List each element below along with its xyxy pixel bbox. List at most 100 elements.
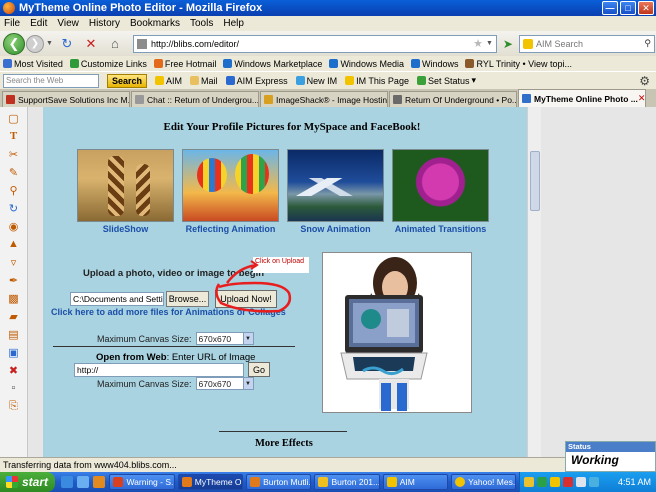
show-desktop-icon[interactable] [77, 476, 90, 488]
print-icon[interactable]: ⎘ [7, 399, 21, 413]
menu-help[interactable]: Help [223, 18, 244, 29]
taskbar-burton-mutli[interactable]: Burton Mutli... [246, 474, 312, 490]
aim-button[interactable]: AIM [155, 76, 182, 86]
url-dropdown-icon[interactable]: ▼ [486, 40, 493, 47]
text-tool-icon[interactable]: T [7, 129, 21, 143]
tab-chat-underground[interactable]: Chat :: Return of Undergrou...✕ [131, 91, 259, 107]
taskbar-mytheme[interactable]: MyTheme O... [177, 474, 244, 490]
page-scrollbar[interactable] [527, 107, 541, 457]
address-bar[interactable]: http://blibs.com/editor/ ★ ▼ [132, 34, 497, 53]
giraffes-thumbnail[interactable] [77, 149, 174, 222]
bookmark-ryl-trinity[interactable]: RYL Trinity • View topi... [465, 59, 572, 69]
rotate-icon[interactable]: ↻ [7, 201, 21, 215]
minimize-button[interactable]: — [602, 1, 618, 15]
mail-button[interactable]: Mail [190, 76, 218, 86]
eraser-icon[interactable]: ▰ [7, 309, 21, 323]
browse-button[interactable]: Browse... [166, 291, 209, 307]
taskbar-aim[interactable]: AIM [382, 474, 449, 490]
close-window-button[interactable]: ✕ [638, 1, 654, 15]
layers-icon[interactable]: ▩ [7, 291, 21, 305]
tab-supportsave[interactable]: SupportSave Solutions Inc M...✕ [2, 91, 130, 107]
effect-caption[interactable]: Reflecting Animation [182, 224, 279, 234]
im-this-page-button[interactable]: IM This Page [345, 76, 409, 86]
menu-view[interactable]: View [57, 18, 79, 29]
maximize-button[interactable]: □ [620, 1, 636, 15]
taskbar-yahoo-messenger[interactable]: Yahoo! Mes... [451, 474, 517, 490]
folder-icon[interactable]: ▤ [7, 327, 21, 341]
bookmark-customize-links[interactable]: Customize Links [69, 59, 147, 69]
back-button[interactable]: ❮ [3, 32, 25, 55]
canvas-size-select-web[interactable]: 670x670 ▼ [195, 377, 254, 390]
document-icon[interactable]: ▫ [7, 381, 21, 395]
effect-snow-animation[interactable]: Snow Animation [287, 149, 385, 234]
effect-caption[interactable]: SlideShow [77, 224, 174, 234]
select-tool-icon[interactable]: ▢ [7, 111, 21, 125]
tray-icon[interactable] [524, 477, 535, 487]
web-search-button[interactable]: Search [107, 73, 148, 88]
tab-close-icon[interactable]: ✕ [638, 93, 645, 104]
aim-search-box[interactable]: AIM Search ⚲ [518, 34, 655, 53]
web-search-input[interactable]: Search the Web [3, 73, 99, 88]
upload-now-button[interactable]: Upload Now! [215, 290, 277, 308]
go-arrow-icon[interactable]: ➤ [499, 35, 517, 53]
history-dropdown-icon[interactable]: ▼ [46, 40, 53, 47]
forward-button[interactable]: ❯ [26, 34, 44, 53]
effect-slideshow[interactable]: SlideShow [77, 149, 174, 234]
set-status-button[interactable]: Set Status ▾ [416, 75, 476, 86]
balloons-thumbnail[interactable] [182, 149, 279, 222]
snow-lake-thumbnail[interactable] [287, 149, 385, 222]
bookmark-windows[interactable]: Windows [410, 59, 458, 69]
menu-history[interactable]: History [89, 18, 120, 29]
color-picker-icon[interactable]: ◉ [7, 219, 21, 233]
image-url-input[interactable]: http:// [74, 363, 244, 377]
canvas-size-select[interactable]: 670x670 ▼ [195, 332, 254, 345]
effect-reflecting-animation[interactable]: Reflecting Animation [182, 149, 279, 234]
taskbar-burton-201[interactable]: Burton 201... [314, 474, 380, 490]
tab-imageshack[interactable]: ImageShack® - Image Hosting✕ [260, 91, 388, 107]
effect-caption[interactable]: Snow Animation [287, 224, 384, 234]
tab-mytheme-editor[interactable]: MyTheme Online Photo ... ✕ [518, 89, 646, 107]
ie-icon[interactable] [61, 476, 74, 488]
bookmark-star-icon[interactable]: ★ [473, 37, 483, 50]
gear-icon[interactable]: ⚙ [639, 74, 650, 88]
file-path-input[interactable]: C:\Documents and Setti [70, 292, 164, 306]
effect-animated-transitions[interactable]: Animated Transitions [392, 149, 489, 234]
brush-icon[interactable]: ✒ [7, 273, 21, 287]
dropper-icon[interactable]: ▿ [7, 255, 21, 269]
aim-express-button[interactable]: AIM Express [225, 76, 288, 86]
pencil-icon[interactable]: ✎ [7, 165, 21, 179]
media-icon[interactable] [93, 476, 106, 488]
new-im-button[interactable]: New IM [295, 76, 337, 86]
tab-return-underground[interactable]: Return Of Underground • Po...✕ [389, 91, 517, 107]
bookmark-free-hotmail[interactable]: Free Hotmail [153, 59, 216, 69]
go-button[interactable]: Go [248, 362, 270, 377]
scissors-icon[interactable]: ✂ [7, 147, 21, 161]
scrollbar-thumb[interactable] [530, 151, 540, 211]
save-icon[interactable]: ▣ [7, 345, 21, 359]
menu-bookmarks[interactable]: Bookmarks [130, 18, 180, 29]
stop-icon[interactable]: ✕ [83, 36, 99, 52]
fill-icon[interactable]: ▲ [7, 237, 21, 251]
effect-caption[interactable]: Animated Transitions [392, 224, 489, 234]
zoom-icon[interactable]: ⚲ [7, 183, 21, 197]
start-button[interactable]: start [0, 472, 56, 492]
tray-icon[interactable] [563, 477, 574, 487]
menu-file[interactable]: File [4, 18, 20, 29]
bookmark-windows-media[interactable]: Windows Media [329, 59, 404, 69]
reload-icon[interactable]: ↻ [59, 36, 75, 52]
bookmark-most-visited[interactable]: Most Visited [3, 59, 63, 69]
tray-icon[interactable] [537, 477, 548, 487]
search-icon[interactable]: ⚲ [644, 38, 651, 49]
menu-edit[interactable]: Edit [30, 18, 47, 29]
tray-icon[interactable] [550, 477, 561, 487]
volume-icon[interactable] [576, 477, 587, 487]
menu-tools[interactable]: Tools [190, 18, 213, 29]
delete-icon[interactable]: ✖ [7, 363, 21, 377]
bookmark-windows-marketplace[interactable]: Windows Marketplace [223, 59, 322, 69]
clock[interactable]: 4:51 AM [618, 477, 651, 487]
add-more-files-link[interactable]: Click here to add more files for Animati… [51, 307, 286, 317]
taskbar-warning[interactable]: Warning - S... [109, 474, 175, 490]
home-icon[interactable]: ⌂ [107, 36, 123, 52]
network-icon[interactable] [589, 477, 600, 487]
flower-thumbnail[interactable] [392, 149, 489, 222]
